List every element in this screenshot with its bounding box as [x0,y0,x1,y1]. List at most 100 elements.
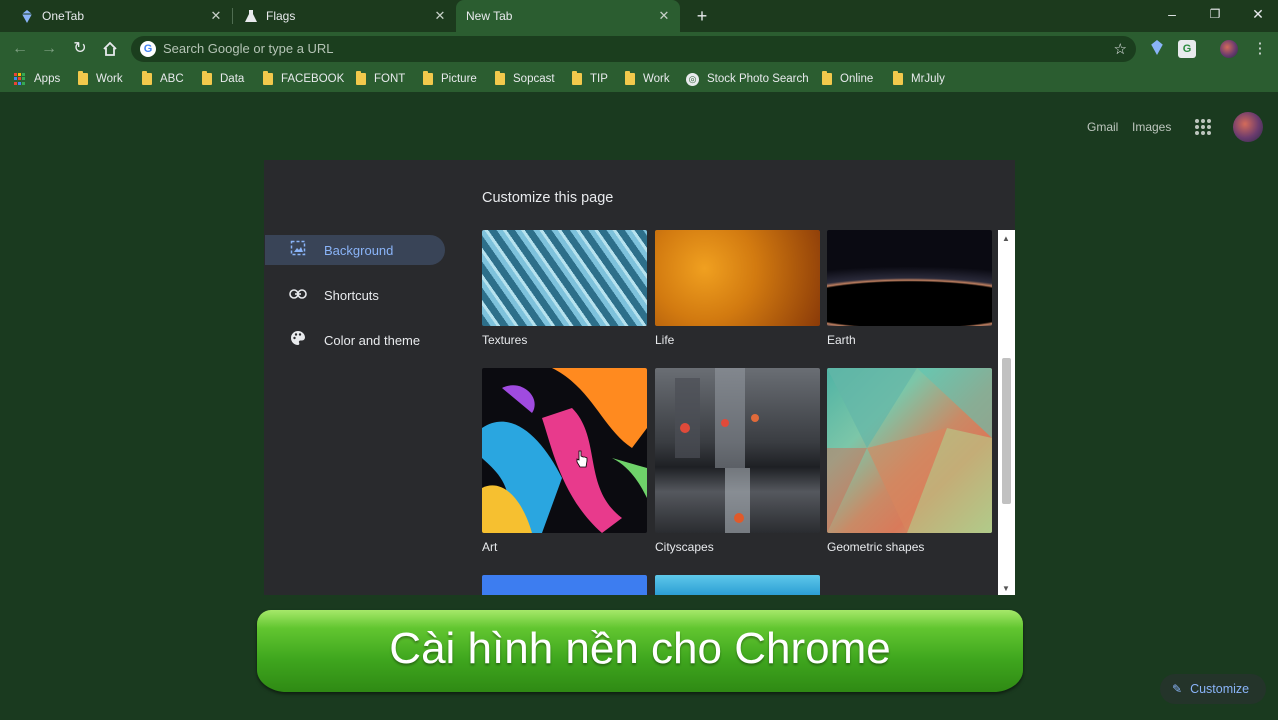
minimize-icon[interactable]: – [1150,0,1194,30]
bookmark-label: TIP [590,73,608,85]
collection-label: Art [482,540,498,554]
collection-label: Life [655,333,675,347]
sidebar-item-label: Color and theme [324,332,421,348]
bookmark-folder[interactable]: MrJuly [893,71,945,87]
bookmarks-bar: Apps Work ABC Data FACEBOOK FONT Picture… [0,66,1278,92]
folder-icon [625,71,635,85]
images-link[interactable]: Images [1132,120,1171,134]
collection-tile-textures[interactable] [482,230,647,326]
folder-icon [202,71,212,85]
close-tab-icon[interactable]: ✕ [432,8,448,24]
scroll-up-icon[interactable]: ▲ [1002,234,1010,243]
pencil-icon: ✎ [1172,682,1183,696]
dialog-scrollbar[interactable]: ▲ ▼ [998,230,1015,595]
bookmark-folder[interactable]: FACEBOOK [263,71,344,87]
customize-button[interactable]: ✎ Customize [1160,674,1266,704]
tab-strip: OneTab ✕ Flags ✕ New Tab ✕ + – ❐ ✕ [0,0,1278,32]
bookmark-star-icon[interactable]: ☆ [1114,40,1127,58]
collection-label: Textures [482,333,528,347]
apps-launcher-icon[interactable] [1195,119,1211,135]
folder-icon [142,71,152,85]
flask-icon [244,9,258,23]
sidebar-item-color-theme[interactable]: Color and theme [265,325,445,355]
tab-title: OneTab [42,9,85,23]
bookmark-label: ABC [160,73,184,85]
omnibox[interactable]: G Search Google or type a URL ☆ [131,36,1136,62]
apps-grid-icon [14,73,26,85]
bookmark-label: FACEBOOK [281,73,345,85]
collection-tile-cityscapes[interactable] [655,368,820,533]
dialog-title: Customize this page [482,190,614,206]
collection-label: Geometric shapes [827,540,925,554]
forward-icon[interactable]: → [38,38,60,60]
bookmark-folder[interactable]: Work [625,71,670,87]
extension-icon[interactable]: G [1178,40,1196,58]
onetab-extension-icon[interactable] [1148,40,1166,58]
bookmark-folder[interactable]: FONT [356,71,405,87]
scrollbar-thumb[interactable] [1002,358,1011,504]
gmail-link[interactable]: Gmail [1087,120,1118,134]
bookmark-folder[interactable]: Work [78,71,123,87]
bookmark-folder[interactable]: TIP [572,71,608,87]
restore-icon[interactable]: ❐ [1193,0,1237,30]
tab-flags[interactable]: Flags ✕ [232,0,456,32]
collection-tile-partial[interactable] [655,575,820,595]
bookmark-folder[interactable]: Data [202,71,244,87]
folder-icon [572,71,582,85]
folder-icon [423,71,433,85]
bookmark-label: Work [96,73,123,85]
sidebar-item-label: Shortcuts [324,287,379,303]
bookmark-folder[interactable]: Picture [423,71,477,87]
bookmark-folder[interactable]: ABC [142,71,184,87]
close-tab-icon[interactable]: ✕ [656,8,672,24]
sidebar-item-label: Background [324,242,394,258]
folder-icon [495,71,505,85]
image-icon [288,240,308,260]
bookmark-label: Work [643,73,670,85]
tab-new-tab[interactable]: New Tab ✕ [456,0,680,32]
customize-label: Customize [1190,682,1250,696]
folder-icon [356,71,366,85]
home-icon[interactable] [99,38,121,60]
reload-icon[interactable]: ↻ [69,38,91,60]
collection-tile-art[interactable] [482,368,647,533]
tab-title: New Tab [466,9,513,23]
bookmark-label: FONT [374,73,406,85]
customize-dialog: Customize this page Background Shortcuts… [264,160,1015,595]
bookmark-label: Picture [441,73,477,85]
collection-label: Earth [827,333,856,347]
folder-icon [78,71,88,85]
bookmark-label: MrJuly [911,73,945,85]
palette-icon [288,330,308,350]
new-tab-button[interactable]: + [692,6,712,26]
bookmark-apps[interactable]: Apps [14,71,60,87]
menu-icon[interactable]: ⋮ [1251,40,1269,58]
bookmark-label: Online [840,73,874,85]
collection-label: Cityscapes [655,540,714,554]
window-close-icon[interactable]: ✕ [1236,0,1278,30]
globe-icon: ◎ [686,72,699,86]
collection-tile-life[interactable] [655,230,820,326]
sidebar-item-background[interactable]: Background [265,235,445,265]
sidebar-item-shortcuts[interactable]: Shortcuts [265,280,445,310]
bookmark-folder[interactable]: Sopcast [495,71,555,87]
scroll-down-icon[interactable]: ▼ [1002,584,1010,593]
profile-avatar[interactable] [1220,40,1238,58]
onetab-icon [20,9,34,23]
account-avatar[interactable] [1233,112,1263,142]
tab-onetab[interactable]: OneTab ✕ [0,0,233,32]
back-icon[interactable]: ← [9,38,31,60]
folder-icon [263,71,273,85]
bookmark-folder[interactable]: Online [822,71,873,87]
google-icon: G [140,41,156,57]
omnibox-placeholder: Search Google or type a URL [163,41,334,56]
close-tab-icon[interactable]: ✕ [208,8,224,24]
bookmark-link[interactable]: ◎ Stock Photo Search [686,71,809,87]
bookmark-label: Sopcast [513,73,555,85]
collection-tile-geometric-shapes[interactable] [827,368,992,533]
collection-tile-partial[interactable] [482,575,647,595]
hand-cursor-icon [576,450,588,468]
link-icon [288,287,308,304]
collection-tile-earth[interactable] [827,230,992,326]
tab-title: Flags [266,9,296,23]
